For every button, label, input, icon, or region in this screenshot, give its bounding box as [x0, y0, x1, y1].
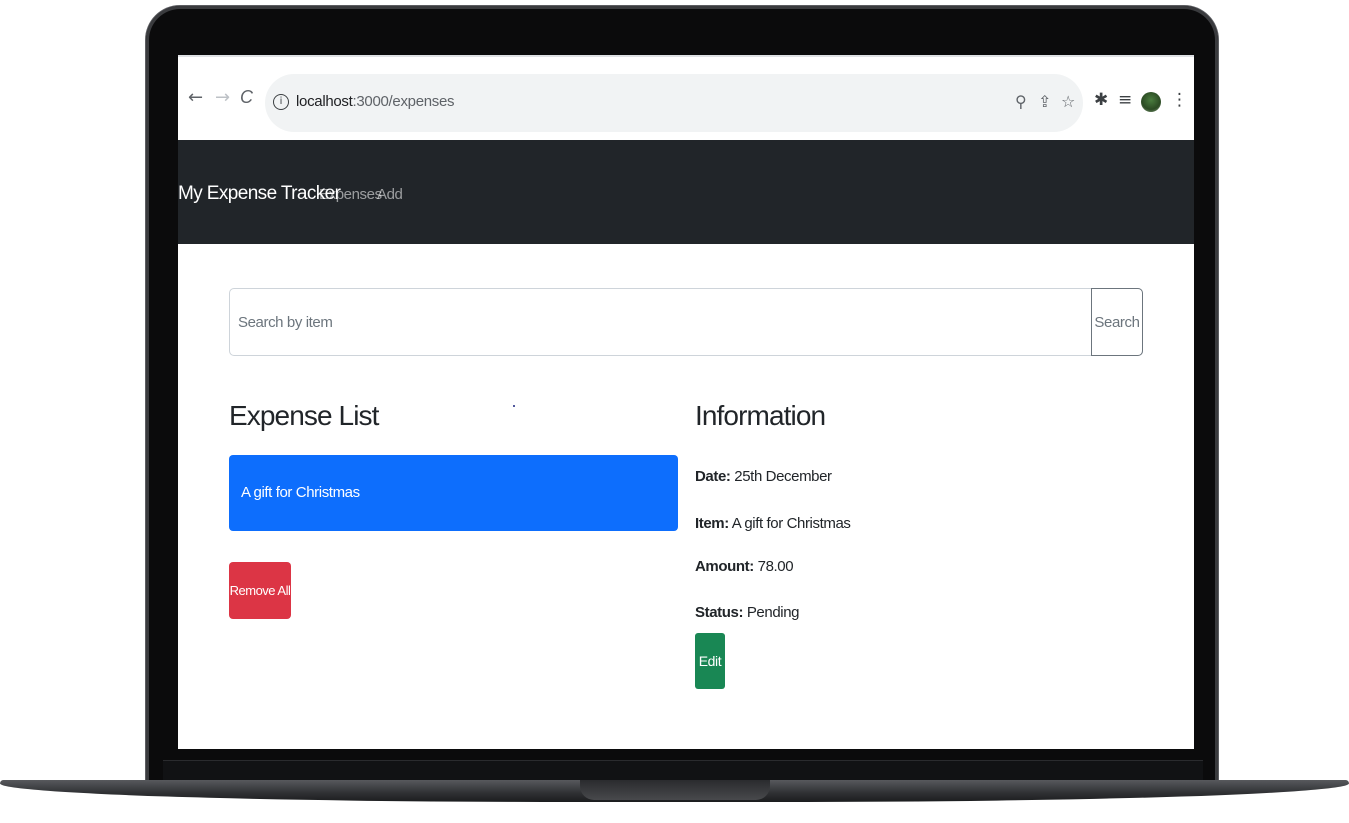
url-text[interactable]: localhost:3000/expenses	[296, 93, 455, 110]
back-icon[interactable]: ←	[188, 87, 203, 108]
address-bar[interactable]: i localhost:3000/expenses ⚲ ⇪ ☆	[265, 74, 1083, 132]
information-heading: Information	[695, 400, 826, 431]
search-input[interactable]	[230, 289, 1092, 355]
search-button[interactable]: Search	[1091, 288, 1143, 356]
forward-icon[interactable]: →	[215, 87, 230, 108]
expense-list-item[interactable]: A gift for Christmas	[229, 455, 678, 531]
expense-list-heading: Expense List	[229, 400, 379, 431]
laptop-bezel-bottom	[163, 760, 1203, 781]
reload-icon[interactable]: C	[240, 87, 253, 108]
bookmark-star-icon[interactable]: ☆	[1061, 92, 1075, 111]
reading-list-icon[interactable]: ≡	[1118, 90, 1132, 110]
stray-dot	[513, 405, 515, 407]
info-date-label: Date:	[695, 468, 731, 485]
info-amount: Amount: 78.00	[695, 558, 794, 575]
info-item-label: Item:	[695, 515, 729, 532]
url-path: :3000/expenses	[352, 93, 455, 110]
search-group: Search	[229, 288, 1143, 356]
edit-button[interactable]: Edit	[695, 633, 725, 689]
info-item: Item: A gift for Christmas	[695, 515, 851, 532]
navbar-brand[interactable]: My Expense Tracker	[178, 183, 341, 205]
nav-link-add[interactable]: Add	[377, 186, 403, 203]
info-amount-label: Amount:	[695, 558, 754, 575]
info-date: Date: 25th December	[695, 468, 832, 485]
laptop-notch	[580, 780, 770, 800]
info-status-value: Pending	[746, 604, 800, 621]
info-amount-value: 78.00	[757, 558, 794, 575]
screen: ← → C i localhost:3000/expenses ⚲ ⇪ ☆ ✱ …	[178, 55, 1194, 749]
url-host: localhost	[296, 93, 353, 110]
extensions-icon[interactable]: ✱	[1094, 90, 1108, 110]
remove-all-button[interactable]: Remove All	[229, 562, 291, 619]
info-status: Status: Pending	[695, 604, 799, 621]
app-navbar: My Expense Tracker Expenses Add	[178, 140, 1194, 244]
info-status-label: Status:	[695, 604, 744, 621]
site-info-icon[interactable]: i	[273, 94, 289, 110]
nav-link-expenses[interactable]: Expenses	[319, 186, 382, 203]
share-icon[interactable]: ⇪	[1038, 92, 1051, 111]
info-item-value: A gift for Christmas	[731, 515, 851, 532]
info-date-value: 25th December	[734, 468, 832, 485]
menu-icon[interactable]: ⋮	[1171, 90, 1188, 110]
browser-toolbar: ← → C i localhost:3000/expenses ⚲ ⇪ ☆ ✱ …	[178, 55, 1194, 140]
zoom-icon[interactable]: ⚲	[1015, 92, 1027, 111]
profile-avatar[interactable]	[1141, 92, 1161, 112]
